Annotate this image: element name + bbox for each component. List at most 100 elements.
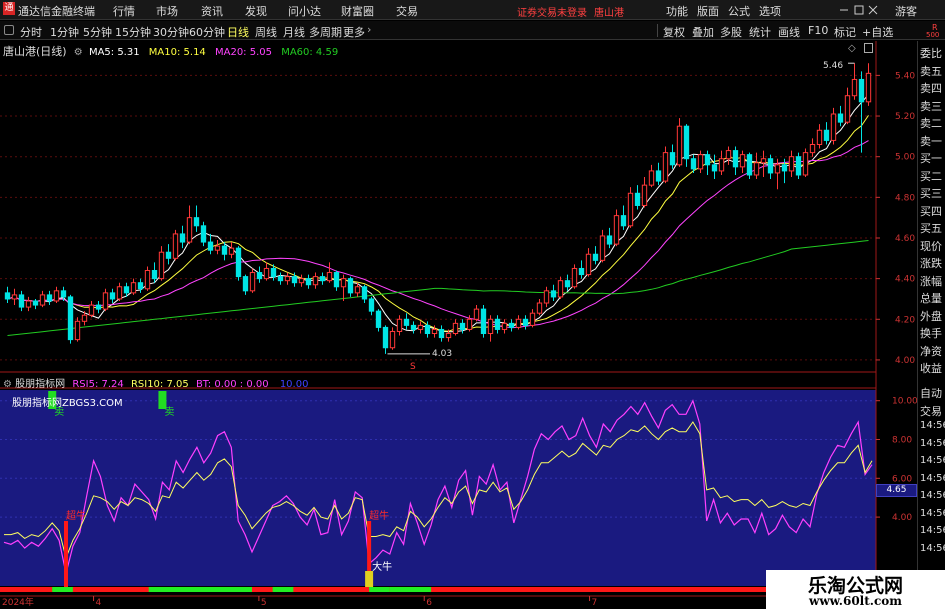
rsi5-label: RSI5: 7.24 [72, 379, 124, 390]
candle-body-down [60, 290, 67, 298]
trade-log-label: 14:56 [920, 437, 945, 449]
indicator-tick-label: 8.00 [892, 436, 912, 446]
candle [74, 317, 81, 342]
candle-body-down [459, 322, 466, 330]
candle [144, 266, 151, 291]
candle-body-down [858, 78, 865, 103]
quote-field-label: 总量 [920, 292, 942, 305]
candle-body-down [221, 245, 228, 255]
candle-body-down [4, 292, 11, 300]
year-label: 2024年 [2, 596, 34, 608]
bottom-bar-green [148, 587, 252, 592]
candle-body-down [200, 225, 207, 243]
candle-body-down [578, 267, 585, 276]
candle-body-down [165, 251, 172, 259]
candle-body-down [46, 294, 53, 302]
candle-body-down [823, 129, 830, 141]
quote-field-label: 卖三 [920, 99, 942, 113]
candle-body-down [137, 282, 144, 290]
candle-body-up [116, 286, 123, 300]
candle-body-up [417, 324, 424, 330]
quote-field-label: 委比 [920, 47, 942, 60]
candle-body-down [655, 170, 662, 182]
big-bull-signal-label: 大牛 [372, 560, 392, 573]
candle-body-up [452, 322, 459, 335]
candle-body-down [683, 125, 690, 160]
settings-icon[interactable]: ⚙ [3, 379, 12, 390]
candle-body-up [536, 302, 543, 314]
candle-body-up [249, 272, 256, 292]
candle-body-down [382, 326, 389, 349]
quote-field-label: 卖一 [920, 134, 942, 148]
candle-body-up [130, 282, 137, 294]
candle-body-up [312, 276, 319, 286]
bottom-bar-green [369, 587, 390, 592]
candle-body-down [669, 152, 676, 166]
indicator-title: 股朋指标网 [15, 379, 66, 390]
extra-label: 10.00 [279, 379, 309, 390]
candle-body-down [207, 241, 214, 251]
candle-body-up [725, 150, 732, 160]
price-tick-label: 4.00 [895, 356, 915, 366]
trade-log-label: 14:56 [920, 507, 945, 519]
big-bull-signal-bar [365, 571, 374, 589]
candle-body-up [39, 294, 46, 306]
candle-body-up [543, 290, 550, 304]
candle-body-up [25, 300, 32, 308]
candle-body-down [634, 192, 641, 206]
candle [249, 268, 256, 293]
quote-field-label: 净资 [920, 344, 942, 358]
bull-signal-bar [64, 520, 68, 589]
candle-body-down [606, 235, 613, 245]
price-axis: 5.40 5.20 5.00 4.80 4.60 4.40 4.20 4.00 10.00 8.0… [876, 71, 918, 523]
candle-body-down [193, 217, 200, 227]
candle-body-up [74, 320, 81, 341]
candle-body-down [732, 150, 739, 168]
diamond-icon[interactable]: ◇ [848, 43, 856, 54]
candle-body-up [158, 251, 165, 280]
price-tick-label: 5.20 [895, 112, 915, 122]
indicator-tick-label: 4.00 [892, 513, 912, 523]
candle-body-down [368, 298, 375, 312]
price-tick-label: 5.00 [895, 153, 915, 163]
candle-body-up [81, 314, 88, 322]
candle-body-up [340, 278, 347, 288]
candle-body-down [67, 296, 74, 341]
candle-body-down [690, 158, 697, 170]
candle-body-down [242, 276, 249, 292]
candle-body-up [354, 286, 361, 294]
site-label: 股朋指标网ZBGS3.COM [12, 398, 123, 409]
candle [746, 152, 753, 180]
candle-body-up [396, 318, 403, 332]
candle-body-up [844, 95, 851, 123]
panel-window-icon[interactable] [864, 43, 873, 53]
candle-body-up [865, 72, 872, 103]
quote-field-label: 涨跌 [920, 257, 942, 270]
candle-body-up [263, 267, 270, 280]
candle [235, 246, 242, 281]
candle [480, 305, 487, 338]
candle-body-up [102, 292, 109, 310]
candle-body-up [172, 233, 179, 259]
candle-body-down [291, 276, 298, 284]
settings-icon[interactable]: ⚙ [74, 47, 83, 58]
candle-body-down [151, 270, 158, 280]
quote-field-label: 外盘 [920, 309, 942, 323]
price-tick-label: 4.80 [895, 193, 915, 203]
candle [571, 264, 578, 289]
candle-body-up [760, 158, 767, 164]
candle-body-down [424, 324, 431, 335]
candle-body-up [557, 280, 564, 298]
candle-body-up [466, 318, 473, 330]
price-tick-label: 5.40 [895, 71, 915, 81]
kline-title: 唐山港(日线) [3, 45, 67, 58]
month-label: 6 [426, 598, 432, 608]
candle-body-up [214, 245, 221, 251]
candle-body-up [641, 184, 648, 206]
quote-field-label: 换手 [920, 327, 942, 340]
kline-chart[interactable]: 卖卖超牛 超牛大牛 2024年 4567 5.46 4.03 S 5.405.20… [0, 0, 945, 609]
candle-body-up [627, 192, 634, 227]
candle-body-down [711, 164, 718, 172]
indicator-tick-label: 10.00 [892, 397, 918, 407]
candle-body-up [431, 328, 438, 335]
